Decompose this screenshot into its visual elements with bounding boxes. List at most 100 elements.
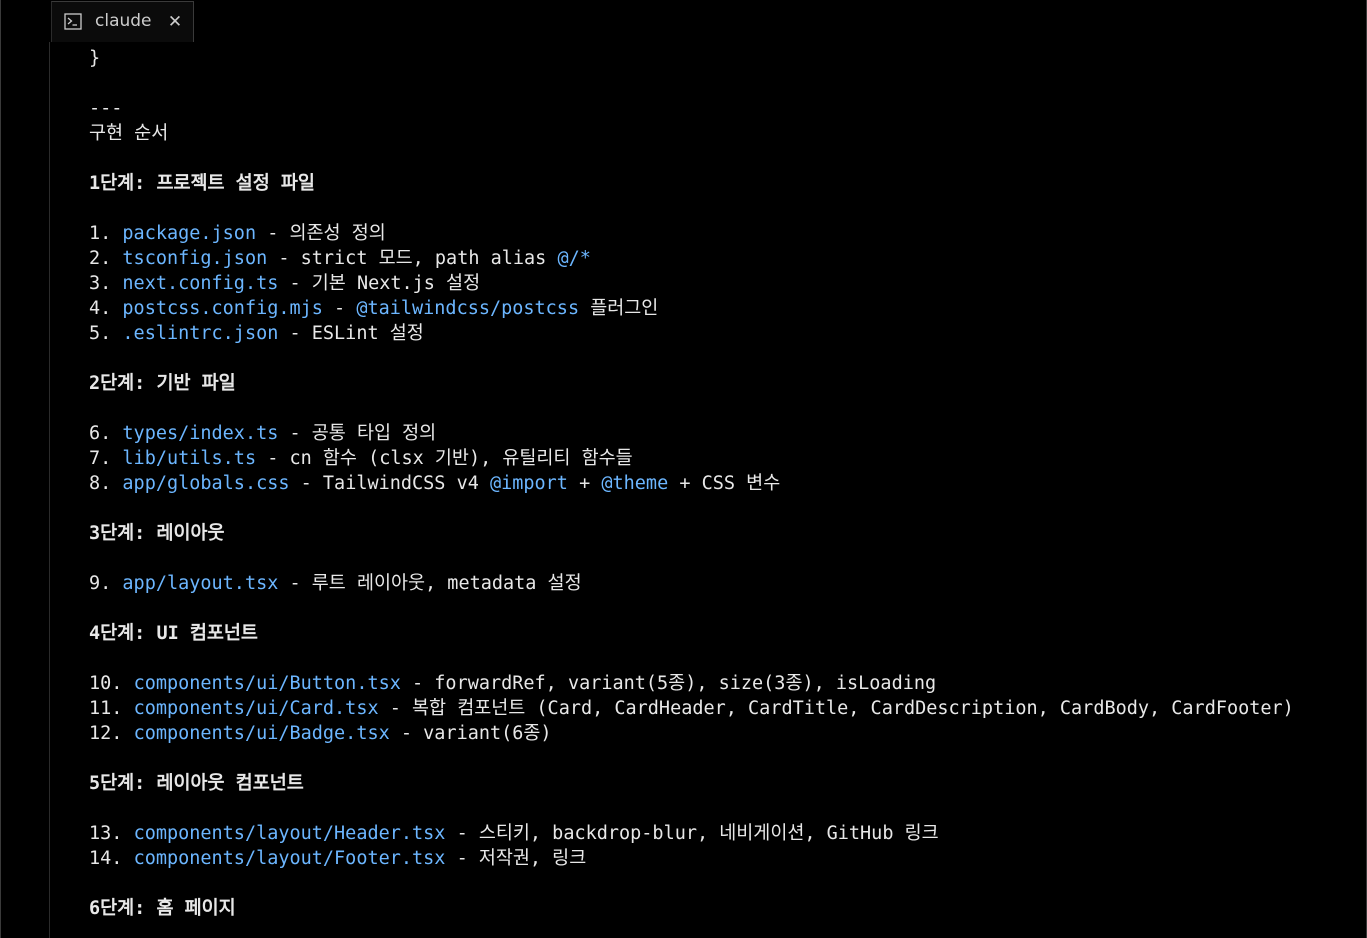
output-text: 8.: [89, 473, 123, 494]
output-line: 2. tsconfig.json - strict 모드, path alias…: [89, 246, 1346, 271]
output-line: 4단계: UI 컴포넌트: [89, 621, 1346, 646]
output-text: - 공통 타입 정의: [278, 423, 437, 444]
output-text: - 복합 컴포넌트 (Card, CardHeader, CardTitle, …: [378, 698, 1294, 719]
output-text: 9.: [89, 573, 123, 594]
output-line: 14. components/layout/Footer.tsx - 저작권, …: [89, 846, 1346, 871]
panel-divider: [49, 42, 50, 938]
output-line: 9. app/layout.tsx - 루트 레이아웃, metadata 설정: [89, 571, 1346, 596]
output-line: 11. components/ui/Card.tsx - 복합 컴포넌트 (Ca…: [89, 696, 1346, 721]
file-link[interactable]: next.config.ts: [122, 273, 278, 294]
file-link[interactable]: components/ui/Button.tsx: [134, 673, 401, 694]
output-text: 10.: [89, 673, 134, 694]
file-link[interactable]: types/index.ts: [122, 423, 278, 444]
output-text: +: [567, 473, 602, 494]
output-text: 12.: [89, 723, 134, 744]
output-text: }: [89, 48, 101, 69]
file-link[interactable]: app/globals.css: [122, 473, 289, 494]
output-text: 1.: [89, 223, 123, 244]
output-text: 4.: [89, 298, 123, 319]
tab-claude[interactable]: claude ✕: [51, 1, 194, 42]
step-heading: 4단계: UI 컴포넌트: [89, 623, 258, 644]
file-link[interactable]: components/ui/Badge.tsx: [134, 723, 390, 744]
file-link[interactable]: @import: [490, 473, 568, 494]
tab-bar: claude ✕: [1, 0, 1366, 42]
output-text: ---: [89, 98, 123, 119]
output-text: - strict 모드, path alias: [267, 248, 558, 269]
output-line: 8. app/globals.css - TailwindCSS v4 @imp…: [89, 471, 1346, 496]
file-link[interactable]: tsconfig.json: [122, 248, 267, 269]
output-text: 13.: [89, 823, 134, 844]
file-link[interactable]: components/ui/Card.tsx: [134, 698, 379, 719]
step-heading: 5단계: 레이아웃 컴포넌트: [89, 773, 304, 794]
output-line: }: [89, 46, 1346, 71]
output-line: 5단계: 레이아웃 컴포넌트: [89, 771, 1346, 796]
output-text: + CSS 변수: [668, 473, 781, 494]
step-heading: 1단계: 프로젝트 설정 파일: [89, 173, 315, 194]
step-heading: 6단계: 홈 페이지: [89, 898, 236, 919]
terminal-icon: [64, 13, 82, 30]
output-text: - ESLint 설정: [278, 323, 424, 344]
output-text: 3.: [89, 273, 123, 294]
output-text: - forwardRef, variant(5종), size(3종), isL…: [400, 673, 937, 694]
step-heading: 3단계: 레이아웃: [89, 523, 225, 544]
output-line: 3. next.config.ts - 기본 Next.js 설정: [89, 271, 1346, 296]
file-link[interactable]: @theme: [601, 473, 668, 494]
output-text: 구현 순서: [89, 123, 169, 144]
output-line: 1단계: 프로젝트 설정 파일: [89, 171, 1346, 196]
output-line: 13. components/layout/Header.tsx - 스티키, …: [89, 821, 1346, 846]
output-line: 12. components/ui/Badge.tsx - variant(6종…: [89, 721, 1346, 746]
output-text: - 루트 레이아웃, metadata 설정: [278, 573, 582, 594]
output-line: 4. postcss.config.mjs - @tailwindcss/pos…: [89, 296, 1346, 321]
file-link[interactable]: lib/utils.ts: [122, 448, 256, 469]
output-text: - 의존성 정의: [256, 223, 386, 244]
file-link[interactable]: components/layout/Footer.tsx: [134, 848, 446, 869]
output-text: 7.: [89, 448, 123, 469]
output-line: 구현 순서: [89, 121, 1346, 146]
close-icon[interactable]: ✕: [165, 11, 185, 33]
step-heading: 2단계: 기반 파일: [89, 373, 236, 394]
output-line: 6단계: 홈 페이지: [89, 896, 1346, 921]
output-line: 6. types/index.ts - 공통 타입 정의: [89, 421, 1346, 446]
output-text: - TailwindCSS v4: [289, 473, 490, 494]
output-text: -: [322, 298, 357, 319]
file-link[interactable]: @tailwindcss/postcss: [356, 298, 579, 319]
file-link[interactable]: postcss.config.mjs: [122, 298, 322, 319]
output-text: 14.: [89, 848, 134, 869]
output-text: 5.: [89, 323, 123, 344]
terminal-window: claude ✕ } --- 구현 순서 1단계: 프로젝트 설정 파일 1. pack…: [0, 0, 1367, 938]
output-text: 2.: [89, 248, 123, 269]
file-link[interactable]: components/layout/Header.tsx: [134, 823, 446, 844]
output-text: 플러그인: [579, 298, 659, 319]
file-link[interactable]: .eslintrc.json: [122, 323, 278, 344]
output-text: - 저작권, 링크: [445, 848, 587, 869]
output-line: 2단계: 기반 파일: [89, 371, 1346, 396]
output-text: 11.: [89, 698, 134, 719]
output-line: 5. .eslintrc.json - ESLint 설정: [89, 321, 1346, 346]
terminal-output[interactable]: } --- 구현 순서 1단계: 프로젝트 설정 파일 1. package.json …: [89, 46, 1346, 921]
output-text: - 기본 Next.js 설정: [278, 273, 481, 294]
output-text: 6.: [89, 423, 123, 444]
output-line: 7. lib/utils.ts - cn 함수 (clsx 기반), 유틸리티 …: [89, 446, 1346, 471]
output-line: 10. components/ui/Button.tsx - forwardRe…: [89, 671, 1346, 696]
file-link[interactable]: app/layout.tsx: [122, 573, 278, 594]
tab-label: claude: [95, 11, 152, 31]
output-line: 1. package.json - 의존성 정의: [89, 221, 1346, 246]
file-link[interactable]: package.json: [122, 223, 256, 244]
output-line: 3단계: 레이아웃: [89, 521, 1346, 546]
output-text: - 스티키, backdrop-blur, 네비게이션, GitHub 링크: [445, 823, 939, 844]
file-link[interactable]: @/*: [557, 248, 590, 269]
output-text: - cn 함수 (clsx 기반), 유틸리티 함수들: [256, 448, 633, 469]
output-text: - variant(6종): [389, 723, 552, 744]
